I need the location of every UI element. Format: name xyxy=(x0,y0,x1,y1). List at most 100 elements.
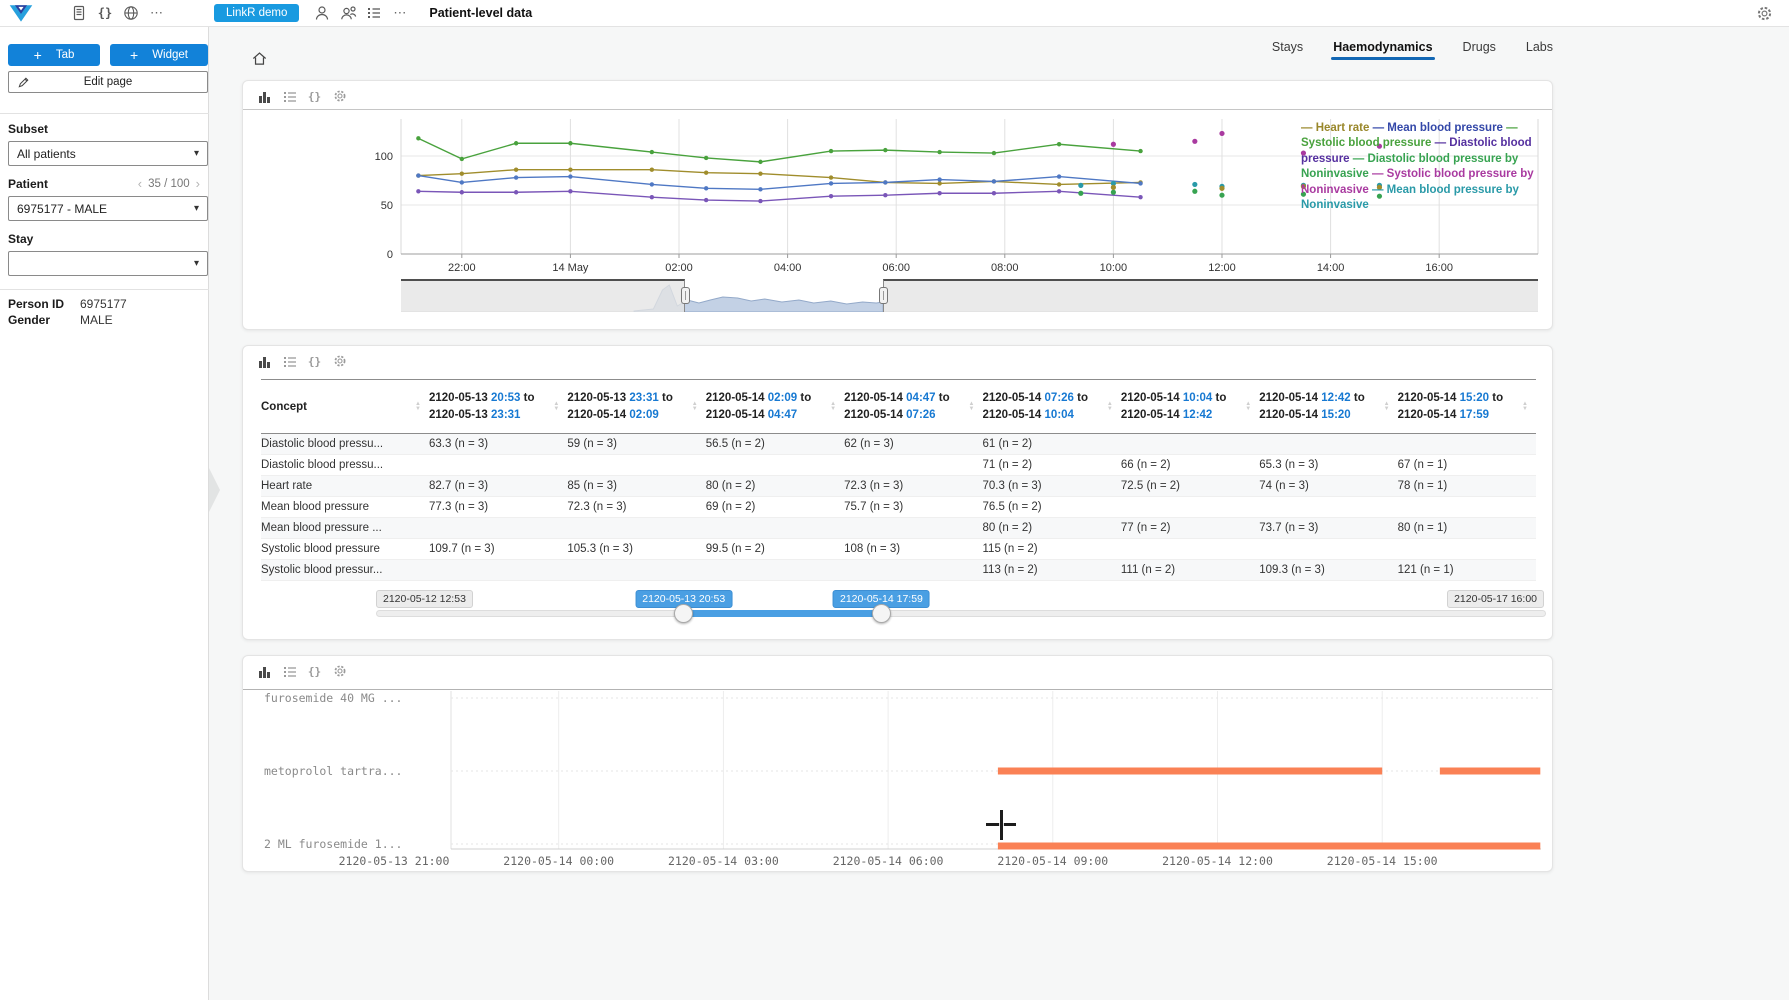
sort-icon[interactable]: ▲▼ xyxy=(1384,402,1390,412)
plus-icon: + xyxy=(130,48,138,62)
person-add-icon[interactable] xyxy=(335,2,361,24)
value-cell: 113 (n = 2) xyxy=(983,564,1121,576)
sort-icon[interactable]: ▲▼ xyxy=(415,402,421,412)
pencil-icon xyxy=(17,76,30,89)
sort-icon[interactable]: ▲▼ xyxy=(969,402,975,412)
sort-icon[interactable]: ▲▼ xyxy=(1107,402,1113,412)
concept-header[interactable]: Concept▲▼ xyxy=(261,401,429,413)
svg-text:furosemide 40 MG ...: furosemide 40 MG ... xyxy=(264,691,402,705)
sort-icon[interactable]: ▲▼ xyxy=(1522,402,1528,412)
chevron-down-icon: ▾ xyxy=(194,148,199,159)
value-cell: 74 (n = 3) xyxy=(1259,480,1397,492)
navigator-handle-right[interactable] xyxy=(879,287,888,304)
sort-icon[interactable]: ▲▼ xyxy=(1245,402,1251,412)
value-cell: 65.3 (n = 3) xyxy=(1259,459,1397,471)
stay-select[interactable]: ▾ xyxy=(8,251,208,276)
table-row[interactable]: Diastolic blood pressu...63.3 (n = 3)59 … xyxy=(261,434,1536,455)
subset-select[interactable]: All patients ▾ xyxy=(8,141,208,166)
chevron-right-icon[interactable]: › xyxy=(196,176,200,191)
tab-stays[interactable]: Stays xyxy=(1272,40,1303,60)
table-row[interactable]: Heart rate82.7 (n = 3)85 (n = 3)80 (n = … xyxy=(261,476,1536,497)
slider-handle-start[interactable] xyxy=(674,604,693,623)
add-tab-button[interactable]: + Tab xyxy=(8,44,100,66)
value-cell: 62 (n = 3) xyxy=(844,438,982,450)
svg-text:2 ML furosemide 1...: 2 ML furosemide 1... xyxy=(264,837,402,851)
svg-text:10:00: 10:00 xyxy=(1100,262,1128,274)
svg-text:2120-05-13 21:00: 2120-05-13 21:00 xyxy=(339,854,450,868)
sort-icon[interactable]: ▲▼ xyxy=(553,402,559,412)
period-header[interactable]: 2120-05-14 12:42 to2120-05-14 15:20▲▼ xyxy=(1259,390,1397,423)
concept-cell: Mean blood pressure xyxy=(261,501,429,513)
linkr-demo-chip[interactable]: LinkR demo xyxy=(214,4,299,22)
edit-page-button[interactable]: Edit page xyxy=(8,71,208,93)
home-icon[interactable] xyxy=(248,47,270,69)
drugs-timeline-widget: {} 2120-05-13 21:002120-05-14 00:002120-… xyxy=(242,655,1553,872)
svg-text:metoprolol tartra...: metoprolol tartra... xyxy=(264,764,402,778)
widget-toolbar: {} xyxy=(257,353,347,369)
tab-drugs[interactable]: Drugs xyxy=(1463,40,1496,60)
svg-text:12:00: 12:00 xyxy=(1208,262,1236,274)
app-logo[interactable] xyxy=(8,2,34,24)
chevron-left-icon[interactable]: ‹ xyxy=(138,176,142,191)
value-cell: 82.7 (n = 3) xyxy=(429,480,567,492)
value-cell: 61 (n = 2) xyxy=(983,438,1121,450)
tab-haemodynamics[interactable]: Haemodynamics xyxy=(1333,40,1432,60)
sort-icon[interactable]: ▲▼ xyxy=(692,402,698,412)
time-range-slider[interactable] xyxy=(376,610,1546,617)
more-icon[interactable]: ⋯ xyxy=(144,2,170,24)
period-header[interactable]: 2120-05-13 20:53 to2120-05-13 23:31▲▼ xyxy=(429,390,567,423)
sidebar-collapse-handle[interactable] xyxy=(209,468,220,512)
person-icon[interactable] xyxy=(309,2,335,24)
page-title: Patient-level data xyxy=(429,6,532,20)
bar-chart-icon[interactable] xyxy=(257,354,272,369)
value-cell: 70.3 (n = 3) xyxy=(983,480,1121,492)
legend-item[interactable]: — Heart rate xyxy=(1301,122,1369,134)
period-header[interactable]: 2120-05-14 10:04 to2120-05-14 12:42▲▼ xyxy=(1121,390,1259,423)
value-cell: 77 (n = 2) xyxy=(1121,522,1259,534)
value-cell: 80 (n = 2) xyxy=(983,522,1121,534)
table-row[interactable]: Systolic blood pressure109.7 (n = 3)105.… xyxy=(261,539,1536,560)
subset-label: Subset xyxy=(8,122,48,136)
braces-icon[interactable]: {} xyxy=(307,354,322,369)
tab-labs[interactable]: Labs xyxy=(1526,40,1553,60)
haemodynamics-widget: {} 22:0014 May02:0004:0006:0008:0010:001… xyxy=(242,80,1553,330)
table-row[interactable]: Systolic blood pressur...113 (n = 2)111 … xyxy=(261,560,1536,581)
period-header[interactable]: 2120-05-14 07:26 to2120-05-14 10:04▲▼ xyxy=(983,390,1121,423)
legend-item[interactable]: — Mean blood pressure xyxy=(1373,122,1503,134)
slider-min-label: 2120-05-12 12:53 xyxy=(376,590,473,608)
navigator-handle-left[interactable] xyxy=(681,287,690,304)
sort-icon[interactable]: ▲▼ xyxy=(830,402,836,412)
globe-icon[interactable] xyxy=(118,2,144,24)
braces-icon[interactable]: {} xyxy=(92,2,118,24)
list-icon[interactable] xyxy=(361,2,387,24)
more-icon-2[interactable]: ⋯ xyxy=(387,2,413,24)
concept-cell: Systolic blood pressure xyxy=(261,543,429,555)
table-row[interactable]: Mean blood pressure ...80 (n = 2)77 (n =… xyxy=(261,518,1536,539)
gender-value: MALE xyxy=(80,313,113,327)
chevron-down-icon: ▾ xyxy=(194,258,199,269)
slider-handle-end[interactable] xyxy=(872,604,891,623)
navigator[interactable] xyxy=(401,279,1538,312)
add-widget-button[interactable]: + Widget xyxy=(110,44,208,66)
navigator-mask-right xyxy=(883,279,1538,312)
patient-label: Patient xyxy=(8,177,48,191)
value-cell: 109.7 (n = 3) xyxy=(429,543,567,555)
gear-icon[interactable] xyxy=(332,354,347,369)
settings-gear-icon[interactable] xyxy=(1751,2,1777,24)
page-tabs: Stays Haemodynamics Drugs Labs xyxy=(1272,40,1553,60)
period-header[interactable]: 2120-05-14 02:09 to2120-05-14 04:47▲▼ xyxy=(706,390,844,423)
svg-text:2120-05-14 12:00: 2120-05-14 12:00 xyxy=(1162,854,1273,868)
table-header-row: Concept▲▼2120-05-13 20:53 to2120-05-13 2… xyxy=(261,380,1536,434)
list-icon[interactable] xyxy=(282,354,297,369)
period-header[interactable]: 2120-05-14 15:20 to2120-05-14 17:59▲▼ xyxy=(1398,390,1536,423)
value-cell: 108 (n = 3) xyxy=(844,543,982,555)
period-header[interactable]: 2120-05-13 23:31 to2120-05-14 02:09▲▼ xyxy=(567,390,705,423)
table-row[interactable]: Diastolic blood pressu...71 (n = 2)66 (n… xyxy=(261,455,1536,476)
patient-select[interactable]: 6975177 - MALE ▾ xyxy=(8,196,208,221)
period-header[interactable]: 2120-05-14 04:47 to2120-05-14 07:26▲▼ xyxy=(844,390,982,423)
value-cell: 56.5 (n = 2) xyxy=(706,438,844,450)
table-row[interactable]: Mean blood pressure77.3 (n = 3)72.3 (n =… xyxy=(261,497,1536,518)
svg-text:02:00: 02:00 xyxy=(665,262,693,274)
svg-text:06:00: 06:00 xyxy=(882,262,910,274)
document-icon[interactable] xyxy=(66,2,92,24)
